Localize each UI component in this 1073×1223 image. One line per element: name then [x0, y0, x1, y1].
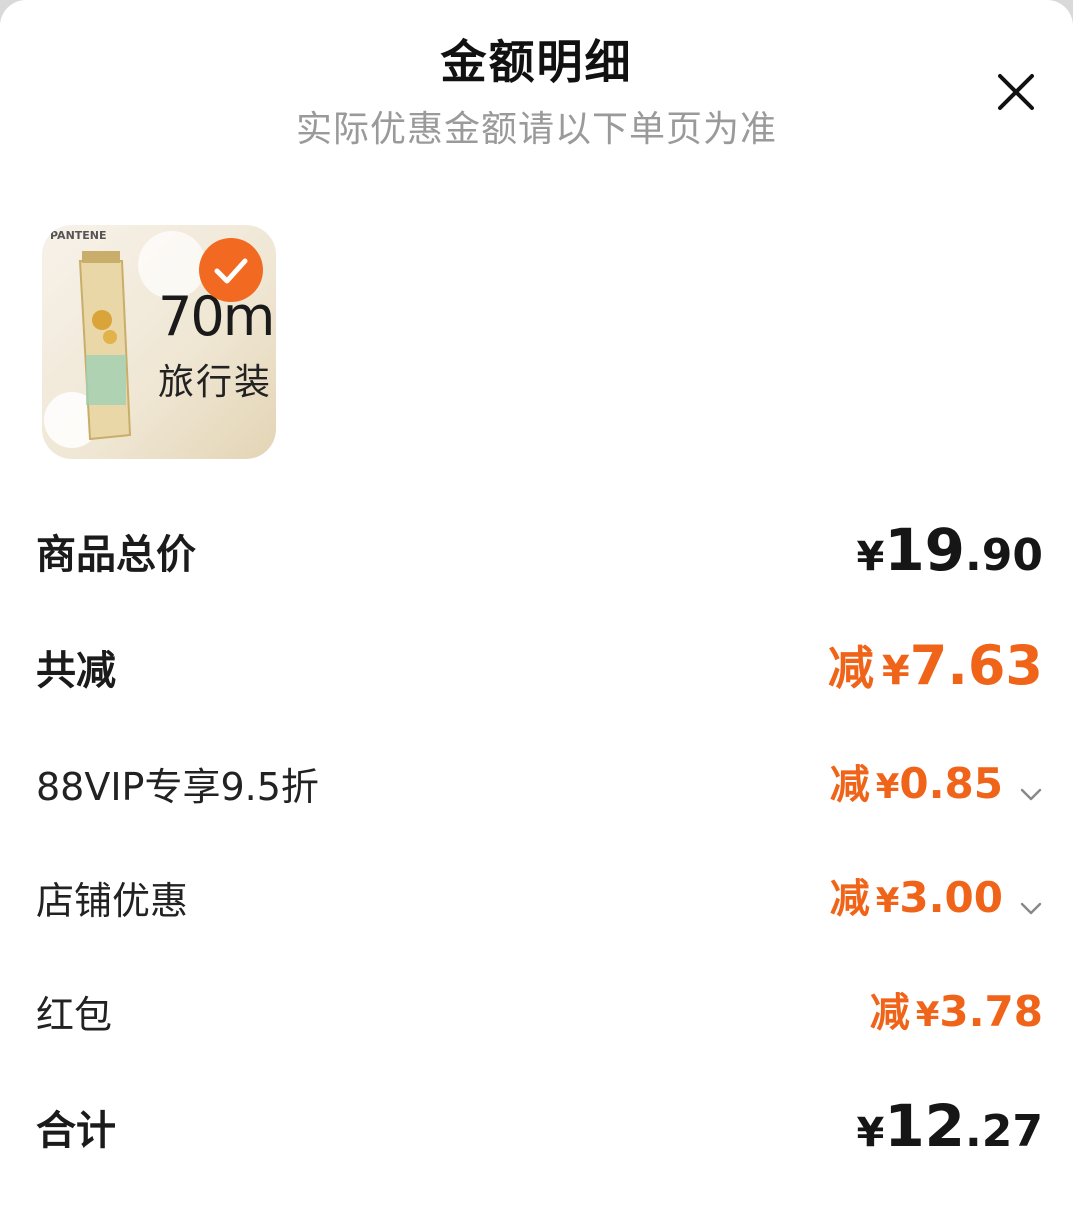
sum-total-label: 合计: [36, 1108, 116, 1154]
shop-discount-value[interactable]: 减 ¥3.00: [830, 866, 1043, 924]
discount-amount: 3.78: [939, 987, 1043, 1036]
row-sum-total: 合计 ¥12.27: [0, 1092, 1073, 1160]
hongbao-label: 红包: [36, 993, 113, 1037]
discount-prefix: 减: [829, 876, 870, 922]
row-total-discount: 共减 减 ¥7.63: [0, 632, 1073, 697]
sheet-subtitle: 实际优惠金额请以下单页为准: [295, 109, 777, 150]
chevron-down-icon[interactable]: [1019, 896, 1043, 920]
currency-symbol: ¥: [915, 995, 940, 1035]
discount-prefix: 减: [869, 990, 910, 1036]
price-decimal: .90: [965, 530, 1043, 581]
discount-amount: 7.63: [909, 634, 1043, 697]
total-discount-label: 共减: [36, 648, 116, 694]
row-hongbao-discount: 红包 减 ¥3.78: [0, 978, 1073, 1038]
price-integer: 12: [884, 1092, 966, 1160]
currency-symbol: ¥: [881, 648, 910, 694]
vip-discount-value[interactable]: 减 ¥0.85: [830, 752, 1043, 810]
discount-prefix: 减: [827, 641, 874, 695]
row-total-price: 商品总价 ¥19.90: [0, 516, 1073, 584]
price-integer: 19: [884, 516, 966, 584]
row-shop-discount[interactable]: 店铺优惠 减 ¥3.00: [0, 864, 1073, 924]
product-tag: 旅行装: [158, 362, 273, 403]
shop-discount-label: 店铺优惠: [36, 879, 189, 923]
amount-detail-sheet: 金额明细 实际优惠金额请以下单页为准 PANTENE 70ml 旅行装 商品总价: [0, 0, 1073, 1223]
discount-amount: 0.85: [899, 759, 1003, 808]
hongbao-value: 减 ¥3.78: [870, 980, 1043, 1038]
chevron-down-icon[interactable]: [1019, 782, 1043, 806]
vip-discount-label: 88VIP专享9.5折: [36, 765, 319, 809]
total-price-label: 商品总价: [36, 532, 196, 578]
sheet-title: 金额明细: [440, 35, 633, 89]
currency-symbol: ¥: [875, 881, 900, 921]
product-brand: PANTENE: [50, 229, 107, 242]
sum-total-value: ¥12.27: [856, 1092, 1043, 1160]
total-price-value: ¥19.90: [856, 516, 1043, 584]
discount-amount: 3.00: [899, 873, 1003, 922]
product-thumbnail[interactable]: PANTENE 70ml 旅行装: [42, 225, 276, 459]
currency-symbol: ¥: [875, 767, 900, 807]
currency-symbol: ¥: [856, 1110, 885, 1156]
discount-prefix: 减: [829, 762, 870, 808]
check-icon[interactable]: [199, 238, 263, 302]
total-discount-value: 减 ¥7.63: [828, 632, 1043, 698]
currency-symbol: ¥: [856, 534, 885, 580]
price-decimal: .27: [965, 1106, 1043, 1157]
close-icon[interactable]: [994, 70, 1038, 114]
row-vip-discount[interactable]: 88VIP专享9.5折 减 ¥0.85: [0, 750, 1073, 810]
